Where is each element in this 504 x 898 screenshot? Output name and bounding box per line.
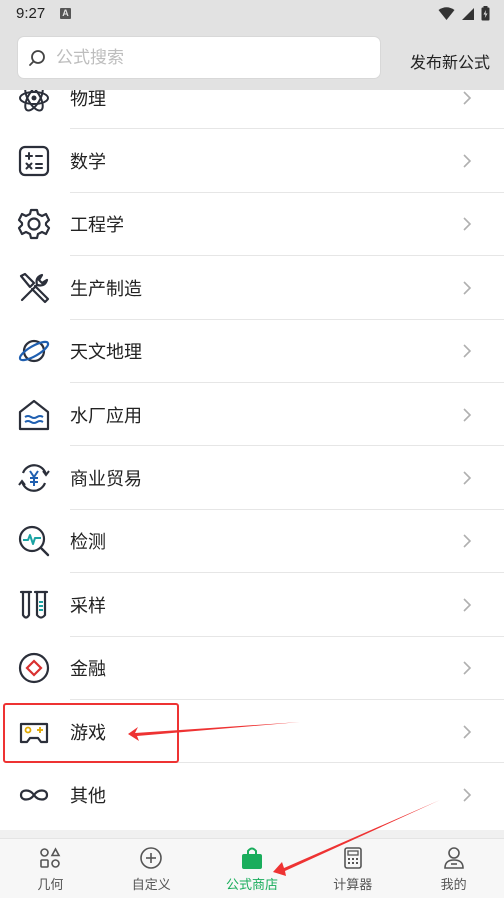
chevron-right-icon — [463, 471, 472, 485]
status-bar: 9:27 A — [0, 0, 504, 30]
chevron-right-icon — [463, 408, 472, 422]
list-bottom-gap — [0, 830, 504, 838]
chevron-right-icon — [463, 598, 472, 612]
category-row-engineering[interactable]: 工程学 — [0, 193, 504, 257]
tab-label: 计算器 — [333, 878, 373, 893]
chevron-right-icon — [463, 661, 472, 675]
bottom-tab-bar: 几何 自定义 公式商店 计算器 我的 — [0, 838, 504, 898]
category-label: 水厂应用 — [70, 405, 142, 427]
category-row-astronomy[interactable]: 天文地理 — [0, 320, 504, 383]
category-label: 检测 — [70, 532, 106, 554]
chevron-right-icon — [463, 154, 472, 168]
yen-exchange-icon — [17, 461, 51, 495]
notification-icon: A — [60, 8, 71, 19]
tab-label: 几何 — [37, 878, 64, 893]
status-icons — [438, 6, 490, 21]
chevron-right-icon — [463, 344, 472, 358]
category-label: 游戏 — [70, 722, 106, 744]
grid-shapes-icon — [40, 847, 61, 868]
category-row-detection[interactable]: 检测 — [0, 510, 504, 574]
category-label: 商业贸易 — [70, 469, 142, 491]
shopping-bag-icon — [241, 847, 262, 869]
test-tube-icon — [17, 588, 51, 622]
category-row-trade[interactable]: 商业贸易 — [0, 446, 504, 510]
planet-icon — [17, 334, 51, 368]
category-label: 金融 — [70, 659, 106, 681]
tab-label: 我的 — [440, 878, 467, 893]
chevron-right-icon — [463, 534, 472, 548]
category-label: 工程学 — [70, 215, 124, 237]
math-calculator-icon — [17, 144, 51, 178]
category-label: 生产制造 — [70, 278, 142, 300]
search-icon — [29, 49, 45, 66]
category-row-sampling[interactable]: 采样 — [0, 573, 504, 637]
tab-label: 公式商店 — [225, 878, 278, 893]
category-row-math[interactable]: 数学 — [0, 129, 504, 193]
category-label: 物理 — [70, 90, 106, 110]
battery-icon — [481, 6, 490, 21]
category-row-physics[interactable]: 物理 — [0, 90, 504, 130]
tab-label: 自定义 — [131, 878, 171, 893]
tools-icon — [17, 271, 51, 305]
chevron-right-icon — [463, 788, 472, 802]
category-row-manufacturing[interactable]: 生产制造 — [0, 256, 504, 320]
category-row-other[interactable]: 其他 — [0, 763, 504, 826]
plus-circle-icon — [140, 847, 162, 869]
category-label: 采样 — [70, 595, 106, 617]
chevron-right-icon — [463, 91, 472, 105]
calculator-icon — [343, 847, 362, 869]
chevron-right-icon — [463, 281, 472, 295]
monitor-search-icon — [17, 524, 51, 558]
status-time: 9:27 — [16, 5, 46, 22]
search-input[interactable] — [54, 46, 358, 69]
category-label: 数学 — [70, 152, 106, 174]
tab-calculator[interactable]: 计算器 — [302, 839, 403, 898]
tab-custom[interactable]: 自定义 — [101, 839, 202, 898]
chevron-right-icon — [463, 217, 472, 232]
category-list: 物理 数学 工程学 生产制造 天文地理 水厂应用 商业贸易 检测 采样 金融 游… — [0, 90, 504, 830]
category-row-games[interactable]: 游戏 — [0, 700, 504, 764]
atom-icon — [17, 90, 51, 115]
tab-mine[interactable]: 我的 — [403, 839, 504, 898]
infinity-icon — [17, 778, 51, 812]
water-house-icon — [17, 398, 51, 432]
category-row-water-plant[interactable]: 水厂应用 — [0, 383, 504, 447]
user-icon — [443, 847, 464, 869]
tab-geometry[interactable]: 几何 — [0, 839, 101, 898]
diamond-circle-icon — [17, 651, 51, 685]
gamepad-icon — [17, 715, 51, 749]
category-label: 天文地理 — [70, 342, 142, 364]
publish-new-formula-link[interactable]: 发布新公式 — [410, 49, 490, 73]
signal-icon — [462, 7, 474, 20]
gear-icon — [17, 207, 51, 241]
header: 发布新公式 — [0, 30, 504, 90]
tab-formula-store[interactable]: 公式商店 — [202, 839, 303, 898]
wifi-icon — [438, 6, 455, 20]
category-row-finance[interactable]: 金融 — [0, 637, 504, 700]
category-label: 其他 — [70, 785, 106, 807]
chevron-right-icon — [463, 725, 472, 739]
search-box[interactable] — [18, 37, 380, 78]
